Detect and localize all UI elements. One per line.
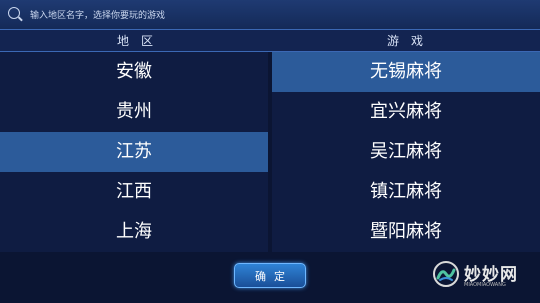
search-bar[interactable] [0,0,540,30]
game-list[interactable]: 无锡麻将 宜兴麻将 吴江麻将 镇江麻将 暨阳麻将 [272,52,540,252]
game-column-header: 游戏 [270,30,540,52]
watermark-logo-icon [433,261,459,287]
game-item-wujiang[interactable]: 吴江麻将 [272,132,540,172]
search-input[interactable] [28,5,532,27]
watermark: 妙妙网 MIAOMIAOWANG [432,258,532,294]
region-item-guizhou[interactable]: 贵州 [0,92,268,132]
confirm-button[interactable]: 确定 [234,263,306,288]
game-item-zhenjiang[interactable]: 镇江麻将 [272,172,540,212]
game-item-wuxi[interactable]: 无锡麻将 [272,52,540,92]
game-item-yixing[interactable]: 宜兴麻将 [272,92,540,132]
region-item-shanghai[interactable]: 上海 [0,212,268,252]
region-item-jiangsu[interactable]: 江苏 [0,132,268,172]
search-icon [8,7,20,19]
game-item-jiyang[interactable]: 暨阳麻将 [272,212,540,252]
watermark-subtitle: MIAOMIAOWANG [464,282,506,288]
region-item-anhui[interactable]: 安徽 [0,52,268,92]
region-list[interactable]: 安徽 贵州 江苏 江西 上海 [0,52,268,252]
region-item-jiangxi[interactable]: 江西 [0,172,268,212]
region-column-header: 地区 [0,30,270,52]
